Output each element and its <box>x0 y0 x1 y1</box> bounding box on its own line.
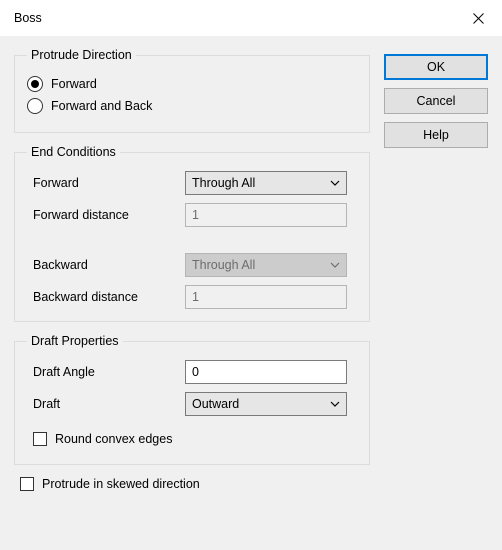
titlebar: Boss <box>0 0 502 36</box>
forward-distance-value: 1 <box>192 208 199 222</box>
draft-select[interactable]: Outward <box>185 392 347 416</box>
forward-select[interactable]: Through All <box>185 171 347 195</box>
radio-forward-and-back-row[interactable]: Forward and Back <box>27 98 357 114</box>
draft-properties-legend: Draft Properties <box>27 334 123 348</box>
dialog-buttons: OK Cancel Help <box>384 48 488 497</box>
chevron-down-icon <box>330 399 340 409</box>
draft-angle-label: Draft Angle <box>27 365 177 379</box>
forward-label: Forward <box>27 176 177 190</box>
forward-distance-input: 1 <box>185 203 347 227</box>
client-area: Protrude Direction Forward Forward and B… <box>0 36 502 550</box>
protrude-skewed-label: Protrude in skewed direction <box>42 477 200 491</box>
draft-label: Draft <box>27 397 177 411</box>
close-icon <box>473 13 484 24</box>
cancel-button-label: Cancel <box>417 94 456 108</box>
draft-properties-group: Draft Properties Draft Angle 0 Draft Out… <box>14 334 370 465</box>
end-conditions-legend: End Conditions <box>27 145 120 159</box>
draft-select-value: Outward <box>192 397 239 411</box>
forward-select-value: Through All <box>192 176 255 190</box>
ok-button-label: OK <box>427 60 445 74</box>
radio-forward-label: Forward <box>51 77 97 91</box>
radio-forward-row[interactable]: Forward <box>27 76 357 92</box>
backward-select-value: Through All <box>192 258 255 272</box>
window-title: Boss <box>14 11 42 25</box>
close-button[interactable] <box>456 2 500 34</box>
backward-distance-label: Backward distance <box>27 290 177 304</box>
round-convex-checkbox[interactable] <box>33 432 47 446</box>
end-conditions-group: End Conditions Forward Through All Forwa… <box>14 145 370 322</box>
round-convex-label: Round convex edges <box>55 432 172 446</box>
backward-distance-value: 1 <box>192 290 199 304</box>
draft-angle-input[interactable]: 0 <box>185 360 347 384</box>
round-convex-row[interactable]: Round convex edges <box>33 432 357 446</box>
protrude-direction-group: Protrude Direction Forward Forward and B… <box>14 48 370 133</box>
backward-select: Through All <box>185 253 347 277</box>
draft-angle-value: 0 <box>192 365 199 379</box>
help-button-label: Help <box>423 128 449 142</box>
protrude-skewed-checkbox[interactable] <box>20 477 34 491</box>
help-button[interactable]: Help <box>384 122 488 148</box>
chevron-down-icon <box>330 178 340 188</box>
ok-button[interactable]: OK <box>384 54 488 80</box>
radio-forward-and-back-label: Forward and Back <box>51 99 152 113</box>
protrude-direction-legend: Protrude Direction <box>27 48 136 62</box>
radio-forward[interactable] <box>27 76 43 92</box>
cancel-button[interactable]: Cancel <box>384 88 488 114</box>
radio-forward-and-back[interactable] <box>27 98 43 114</box>
protrude-skewed-row[interactable]: Protrude in skewed direction <box>20 477 370 491</box>
forward-distance-label: Forward distance <box>27 208 177 222</box>
chevron-down-icon <box>330 260 340 270</box>
backward-label: Backward <box>27 258 177 272</box>
backward-distance-input: 1 <box>185 285 347 309</box>
